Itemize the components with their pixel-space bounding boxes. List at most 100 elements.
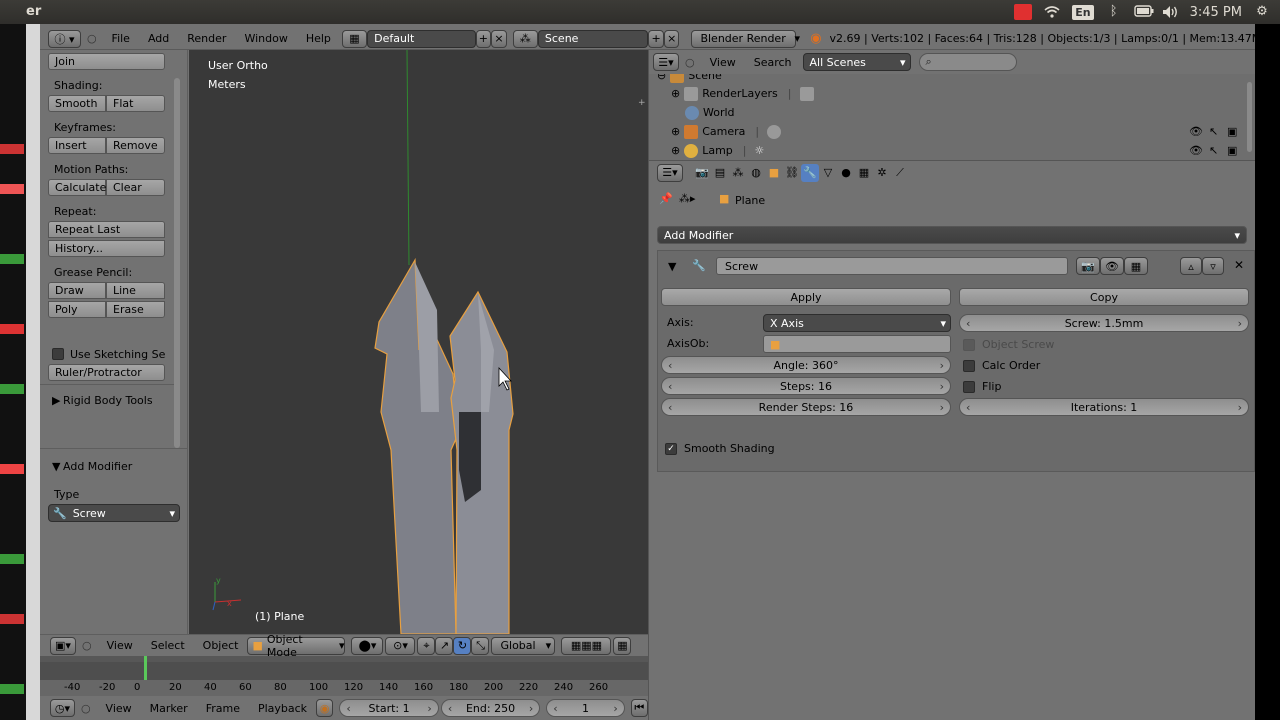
- menu-view[interactable]: View: [98, 639, 142, 652]
- jump-start-icon[interactable]: ⏮: [630, 699, 648, 717]
- editor-type-button[interactable]: ☰▾: [653, 53, 679, 71]
- history-button[interactable]: History...: [48, 240, 165, 257]
- current-frame-indicator[interactable]: [144, 656, 147, 680]
- outliner-row-lamp[interactable]: ⊕ Lamp | ☼ 👁 ↖ ▣: [649, 141, 1249, 160]
- menu-frame[interactable]: Frame: [197, 702, 249, 715]
- tab-layers-icon[interactable]: ▤: [711, 164, 729, 182]
- launcher-item[interactable]: [0, 684, 24, 694]
- editor-type-button[interactable]: ◷▾: [50, 699, 75, 717]
- launcher-item[interactable]: [0, 144, 24, 154]
- pivot-dropdown[interactable]: ⊙▾: [385, 636, 416, 655]
- keyboard-layout[interactable]: En: [1072, 4, 1094, 20]
- collapse-icon[interactable]: ○: [685, 56, 695, 69]
- menu-file[interactable]: File: [103, 32, 139, 45]
- collapse-triangle-icon[interactable]: ▼: [668, 260, 676, 273]
- launcher-item[interactable]: [0, 464, 24, 474]
- outliner-search-input[interactable]: ⌕: [918, 53, 1017, 71]
- rigid-body-tools-header[interactable]: Rigid Body Tools: [63, 394, 153, 407]
- clear-button[interactable]: Clear: [106, 179, 165, 196]
- orientation-dropdown[interactable]: Global ▾: [491, 636, 556, 655]
- layout-grid-icon[interactable]: ▦: [341, 29, 368, 48]
- menu-view[interactable]: View: [97, 702, 141, 715]
- move-down-icon[interactable]: ▿: [1202, 257, 1224, 275]
- layers-grid-2[interactable]: ▦: [613, 636, 632, 655]
- menu-render[interactable]: Render: [178, 32, 235, 45]
- menu-help[interactable]: Help: [297, 32, 340, 45]
- translate-icon[interactable]: ↗: [435, 636, 454, 655]
- current-frame-field[interactable]: 1: [546, 699, 625, 717]
- tab-data-icon[interactable]: ▽: [819, 164, 837, 182]
- editor-type-button[interactable]: ☰▾: [657, 163, 683, 182]
- collapse-icon[interactable]: ○: [81, 702, 91, 715]
- viewport-toggle-icon[interactable]: 👁: [1100, 257, 1124, 275]
- indicator-icon[interactable]: [1014, 4, 1033, 20]
- add-modifier-panel-header[interactable]: Add Modifier: [63, 460, 132, 473]
- remove-keyframe-button[interactable]: Remove: [106, 137, 165, 154]
- pointer-icon[interactable]: ↖: [1209, 125, 1218, 138]
- outliner-scrollbar[interactable]: [1247, 82, 1252, 152]
- collapse-icon[interactable]: ○: [87, 32, 97, 45]
- outliner-row-camera[interactable]: ⊕ Camera | 👁 ↖ ▣: [649, 122, 1249, 141]
- steps-field[interactable]: Steps: 16: [661, 377, 951, 395]
- outliner-row-world[interactable]: World: [649, 103, 1249, 122]
- expand-icon[interactable]: ⊕: [671, 125, 680, 138]
- angle-field[interactable]: Angle: 360°: [661, 356, 951, 374]
- expand-icon[interactable]: ⊕: [671, 144, 680, 157]
- join-button[interactable]: Join: [48, 53, 165, 70]
- close-icon[interactable]: ✕: [1234, 258, 1244, 272]
- tab-scene-icon[interactable]: ⁂: [729, 164, 747, 182]
- eye-icon[interactable]: 👁: [1189, 144, 1203, 157]
- volume-icon[interactable]: [1162, 5, 1178, 19]
- timeline[interactable]: -40 -20 0 20 40 60 80 100 120 140 160 180 200 220 240 2…: [40, 656, 648, 696]
- outliner-row-renderlayers[interactable]: ⊕ RenderLayers |: [649, 84, 1249, 103]
- add-scene-icon[interactable]: +: [648, 29, 664, 48]
- tab-particles-icon[interactable]: ✲: [873, 164, 891, 182]
- flat-button[interactable]: Flat: [106, 95, 165, 112]
- poly-button[interactable]: Poly: [48, 301, 106, 318]
- draw-button[interactable]: Draw: [48, 282, 106, 299]
- wifi-icon[interactable]: [1044, 5, 1060, 19]
- remove-scene-icon[interactable]: ×: [663, 29, 680, 48]
- menu-object[interactable]: Object: [194, 639, 248, 652]
- flip-checkbox[interactable]: [963, 381, 975, 393]
- iterations-field[interactable]: Iterations: 1: [959, 398, 1249, 416]
- expand-triangle-icon[interactable]: ▶: [52, 394, 60, 407]
- tab-world-icon[interactable]: ◍: [747, 164, 765, 182]
- editmode-toggle-icon[interactable]: ▦: [1124, 257, 1148, 275]
- smooth-button[interactable]: Smooth: [48, 95, 106, 112]
- tab-constraints-icon[interactable]: ⛓: [783, 164, 801, 182]
- pointer-icon[interactable]: ↖: [1209, 144, 1218, 157]
- viewport-3d[interactable]: User Ortho Meters y x (1) Plane +: [189, 50, 648, 634]
- screw-field[interactable]: Screw: 1.5mm: [959, 314, 1249, 332]
- menu-search[interactable]: Search: [745, 56, 801, 69]
- line-button[interactable]: Line: [106, 282, 165, 299]
- calculate-button[interactable]: Calculate: [48, 179, 106, 196]
- modifier-type-dropdown[interactable]: 🔧 Screw ▾: [48, 504, 180, 522]
- viewport-shading-dropdown[interactable]: ⬤▾: [351, 636, 384, 655]
- display-mode-dropdown[interactable]: All Scenes ▾: [802, 53, 911, 71]
- tab-physics-icon[interactable]: ⟋: [891, 164, 909, 182]
- remove-layout-icon[interactable]: ×: [491, 29, 507, 48]
- start-frame-field[interactable]: Start: 1: [339, 699, 439, 717]
- render-engine-dropdown[interactable]: Blender Render ▾: [691, 29, 800, 48]
- render-icon[interactable]: ▣: [1227, 125, 1237, 138]
- axis-dropdown[interactable]: X Axis ▾: [763, 314, 951, 332]
- menu-view[interactable]: View: [701, 56, 745, 69]
- launcher-item[interactable]: [0, 614, 24, 624]
- move-up-icon[interactable]: ▵: [1180, 257, 1202, 275]
- menu-playback[interactable]: Playback: [249, 702, 316, 715]
- eye-icon[interactable]: 👁: [1189, 125, 1203, 138]
- apply-button[interactable]: Apply: [661, 288, 951, 306]
- launcher-item[interactable]: [0, 254, 24, 264]
- object-screw-checkbox[interactable]: [963, 339, 975, 351]
- end-frame-field[interactable]: End: 250: [440, 699, 541, 717]
- render-icon[interactable]: ▣: [1227, 144, 1237, 157]
- launcher-item[interactable]: [0, 554, 24, 564]
- menu-select[interactable]: Select: [142, 639, 194, 652]
- battery-icon[interactable]: [1133, 5, 1154, 19]
- insert-keyframe-button[interactable]: Insert: [48, 137, 106, 154]
- rotate-icon[interactable]: ↻: [453, 636, 472, 655]
- menu-add[interactable]: Add: [139, 32, 178, 45]
- add-modifier-dropdown[interactable]: Add Modifier ▾: [657, 226, 1247, 244]
- pin-icon[interactable]: 📌: [659, 192, 673, 205]
